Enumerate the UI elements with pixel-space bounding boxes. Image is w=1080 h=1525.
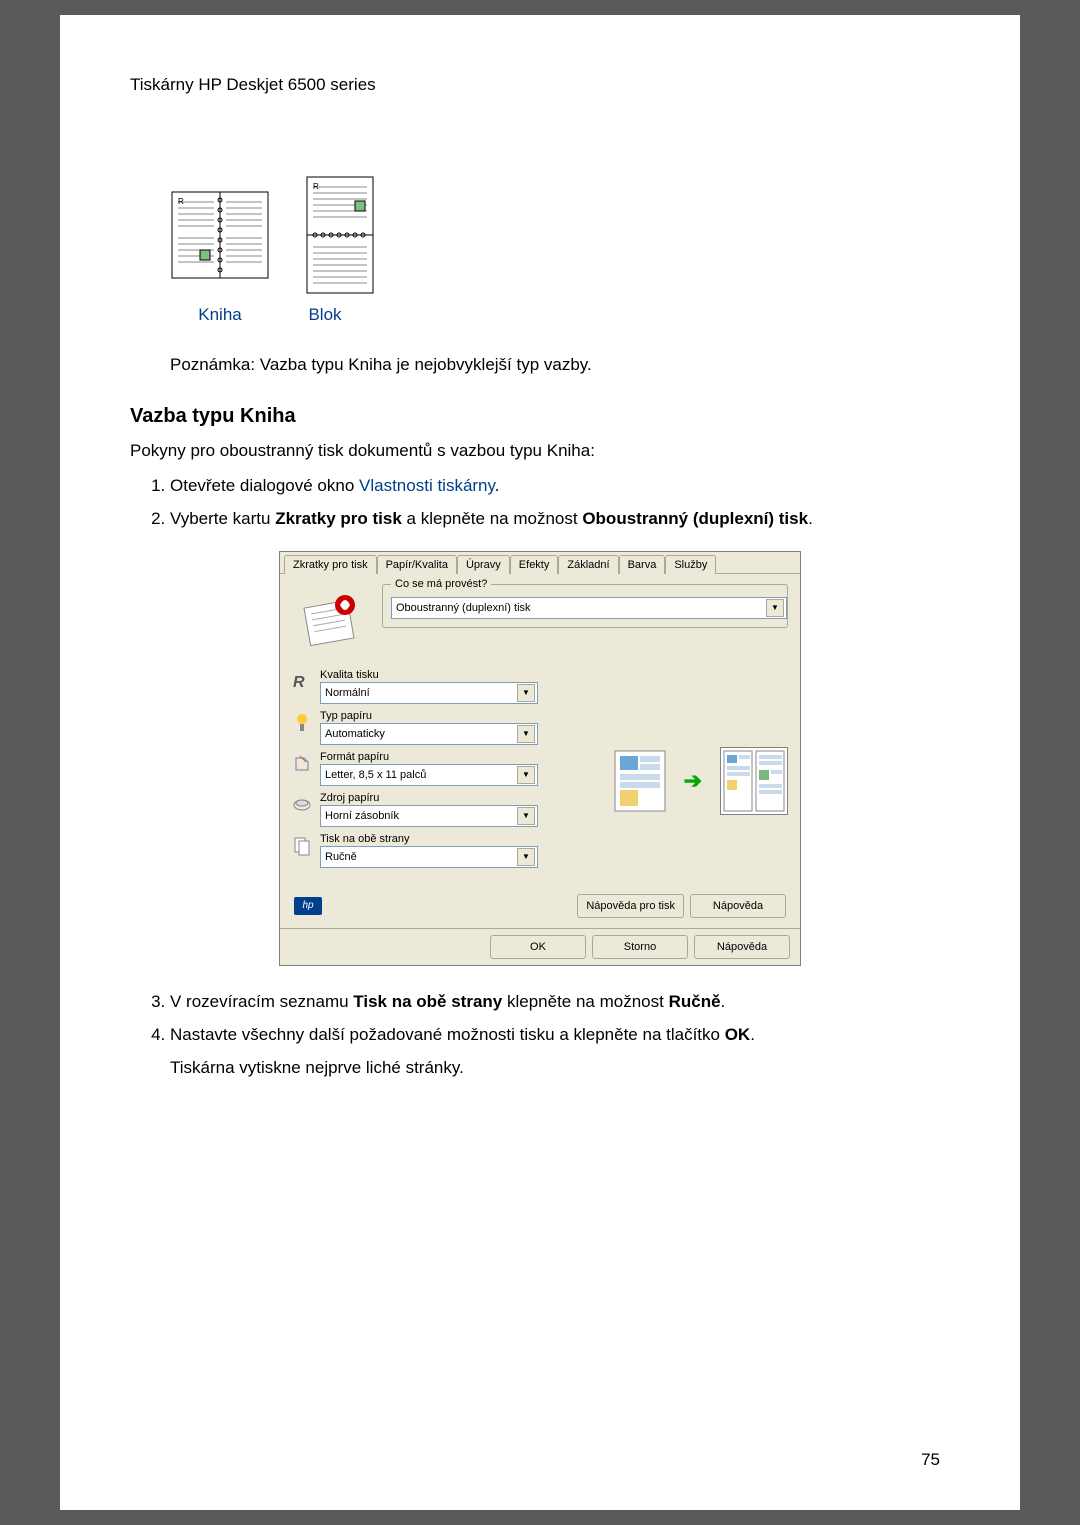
- format-select[interactable]: Letter, 8,5 x 11 palců ▼: [320, 764, 538, 786]
- document-page: Tiskárny HP Deskjet 6500 series: [60, 15, 1020, 1510]
- chevron-down-icon: ▼: [517, 766, 535, 784]
- hp-logo-icon: hp: [294, 897, 322, 915]
- binding-pad-label: Blok: [290, 305, 360, 325]
- source-select[interactable]: Horní zásobník ▼: [320, 805, 538, 827]
- arrow-icon: ➔: [684, 768, 702, 794]
- help-print-button[interactable]: Nápověda pro tisk: [577, 894, 684, 918]
- tab-edits[interactable]: Úpravy: [457, 555, 510, 574]
- tab-paper[interactable]: Papír/Kvalita: [377, 555, 457, 574]
- duplex-select[interactable]: Ručně ▼: [320, 846, 538, 868]
- step-3: V rozevíracím seznamu Tisk na obě strany…: [170, 991, 950, 1014]
- tab-effects[interactable]: Efekty: [510, 555, 559, 574]
- papertype-select[interactable]: Automaticky ▼: [320, 723, 538, 745]
- preview-area: ➔: [614, 689, 788, 874]
- intro-text: Pokyny pro oboustranný tisk dokumentů s …: [130, 440, 950, 463]
- svg-text:R: R: [313, 182, 319, 191]
- task-fieldset: Co se má provést? Oboustranný (duplexní)…: [382, 584, 788, 628]
- source-label: Zdroj papíru: [320, 792, 562, 804]
- binding-book-label: Kniha: [170, 305, 270, 325]
- steps-list-2: V rozevíracím seznamu Tisk na obě strany…: [170, 991, 950, 1080]
- cancel-button[interactable]: Storno: [592, 935, 688, 959]
- duplex-icon: [292, 833, 312, 857]
- section-heading: Vazba typu Kniha: [130, 405, 950, 428]
- quality-label: Kvalita tisku: [320, 669, 562, 681]
- format-icon: [292, 751, 312, 775]
- binding-images: R R: [170, 175, 950, 295]
- binding-book-image: R: [170, 175, 270, 295]
- format-label: Formát papíru: [320, 751, 562, 763]
- help-button-inner[interactable]: Nápověda: [690, 894, 786, 918]
- dialog-tabs: Zkratky pro tisk Papír/Kvalita Úpravy Ef…: [280, 552, 800, 574]
- print-dialog: Zkratky pro tisk Papír/Kvalita Úpravy Ef…: [279, 551, 801, 966]
- dialog-screenshot: Zkratky pro tisk Papír/Kvalita Úpravy Ef…: [130, 551, 950, 966]
- dialog-body: Co se má provést? Oboustranný (duplexní)…: [280, 574, 800, 928]
- chevron-down-icon: ▼: [766, 599, 784, 617]
- printer-props-link[interactable]: Vlastnosti tiskárny: [359, 476, 495, 495]
- quality-icon: R: [292, 669, 312, 693]
- task-icon: [292, 584, 372, 654]
- task-fieldset-label: Co se má provést?: [391, 578, 491, 590]
- binding-labels: Kniha Blok: [170, 305, 950, 325]
- step-1: Otevřete dialogové okno Vlastnosti tiská…: [170, 475, 950, 498]
- ok-button[interactable]: OK: [490, 935, 586, 959]
- tab-basic[interactable]: Základní: [558, 555, 618, 574]
- source-icon: [292, 792, 312, 816]
- chevron-down-icon: ▼: [517, 684, 535, 702]
- papertype-label: Typ papíru: [320, 710, 562, 722]
- tab-services[interactable]: Služby: [665, 555, 716, 574]
- quality-select[interactable]: Normální ▼: [320, 682, 538, 704]
- task-select[interactable]: Oboustranný (duplexní) tisk ▼: [391, 597, 787, 619]
- preview-after: [720, 747, 788, 815]
- page-header: Tiskárny HP Deskjet 6500 series: [130, 75, 950, 95]
- svg-text:R: R: [178, 197, 184, 206]
- tab-shortcuts[interactable]: Zkratky pro tisk: [284, 555, 377, 574]
- step-2: Vyberte kartu Zkratky pro tisk a klepnět…: [170, 508, 950, 531]
- tab-color[interactable]: Barva: [619, 555, 666, 574]
- chevron-down-icon: ▼: [517, 807, 535, 825]
- page-number: 75: [921, 1450, 940, 1470]
- step-4-tail: Tiskárna vytiskne nejprve liché stránky.: [170, 1057, 950, 1080]
- step-4: Nastavte všechny další požadované možnos…: [170, 1024, 950, 1080]
- help-button-outer[interactable]: Nápověda: [694, 935, 790, 959]
- binding-pad-image: R: [290, 175, 390, 295]
- note-text: Poznámka: Vazba typu Kniha je nejobvykle…: [170, 355, 950, 375]
- svg-text:R: R: [293, 674, 305, 691]
- chevron-down-icon: ▼: [517, 725, 535, 743]
- steps-list: Otevřete dialogové okno Vlastnosti tiská…: [170, 475, 950, 531]
- chevron-down-icon: ▼: [517, 848, 535, 866]
- papertype-icon: [292, 710, 312, 734]
- preview-before: [614, 750, 666, 812]
- duplex-label: Tisk na obě strany: [320, 833, 562, 845]
